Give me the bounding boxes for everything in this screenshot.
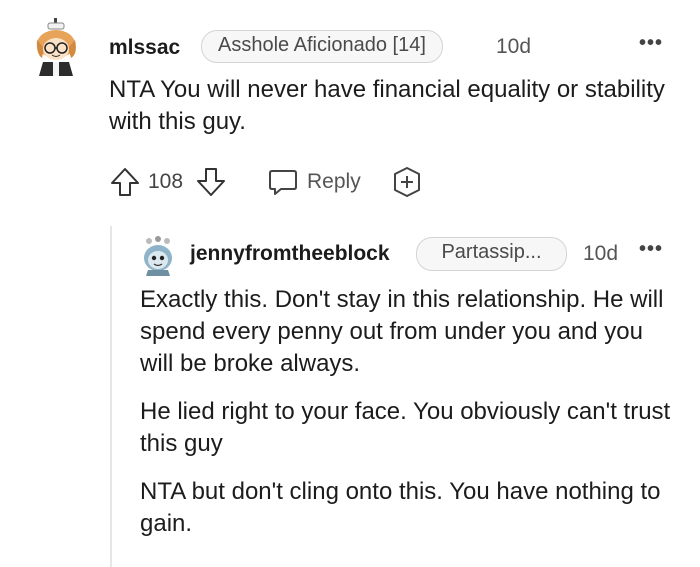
award-button[interactable] [391, 166, 423, 198]
user-flair: Asshole Aficionado [14] [201, 30, 443, 63]
vote-score: 108 [148, 170, 184, 193]
username[interactable]: jennyfromtheeblock [190, 242, 390, 266]
avatar-icon[interactable] [140, 236, 176, 276]
more-options-icon[interactable]: ••• [639, 238, 663, 261]
award-plus-icon [394, 167, 420, 197]
arrow-up-icon [111, 168, 139, 196]
thread-line[interactable] [110, 226, 112, 567]
reply-paragraph: Exactly this. Don't stay in this relatio… [140, 286, 664, 377]
arrow-down-icon [197, 168, 225, 196]
timestamp[interactable]: 10d [496, 35, 531, 59]
timestamp[interactable]: 10d [583, 242, 618, 266]
speech-bubble-icon [269, 170, 297, 195]
upvote-button[interactable] [109, 166, 141, 198]
reply-paragraph: He lied right to your face. You obviousl… [140, 398, 671, 457]
avatar-icon[interactable] [34, 18, 80, 76]
comment-actions: 108 Reply [105, 164, 445, 198]
more-options-icon[interactable]: ••• [639, 32, 663, 55]
downvote-button[interactable] [195, 166, 227, 198]
reply-button[interactable]: Reply [267, 166, 361, 198]
reply-label: Reply [307, 170, 361, 193]
user-flair: Partassip... [416, 237, 567, 271]
reply-paragraph: NTA but don't cling onto this. You have … [140, 478, 661, 537]
reply-body: Exactly this. Don't stay in this relatio… [140, 284, 680, 556]
username[interactable]: mlssac [109, 36, 180, 60]
comment-body: NTA You will never have financial equali… [109, 76, 665, 135]
